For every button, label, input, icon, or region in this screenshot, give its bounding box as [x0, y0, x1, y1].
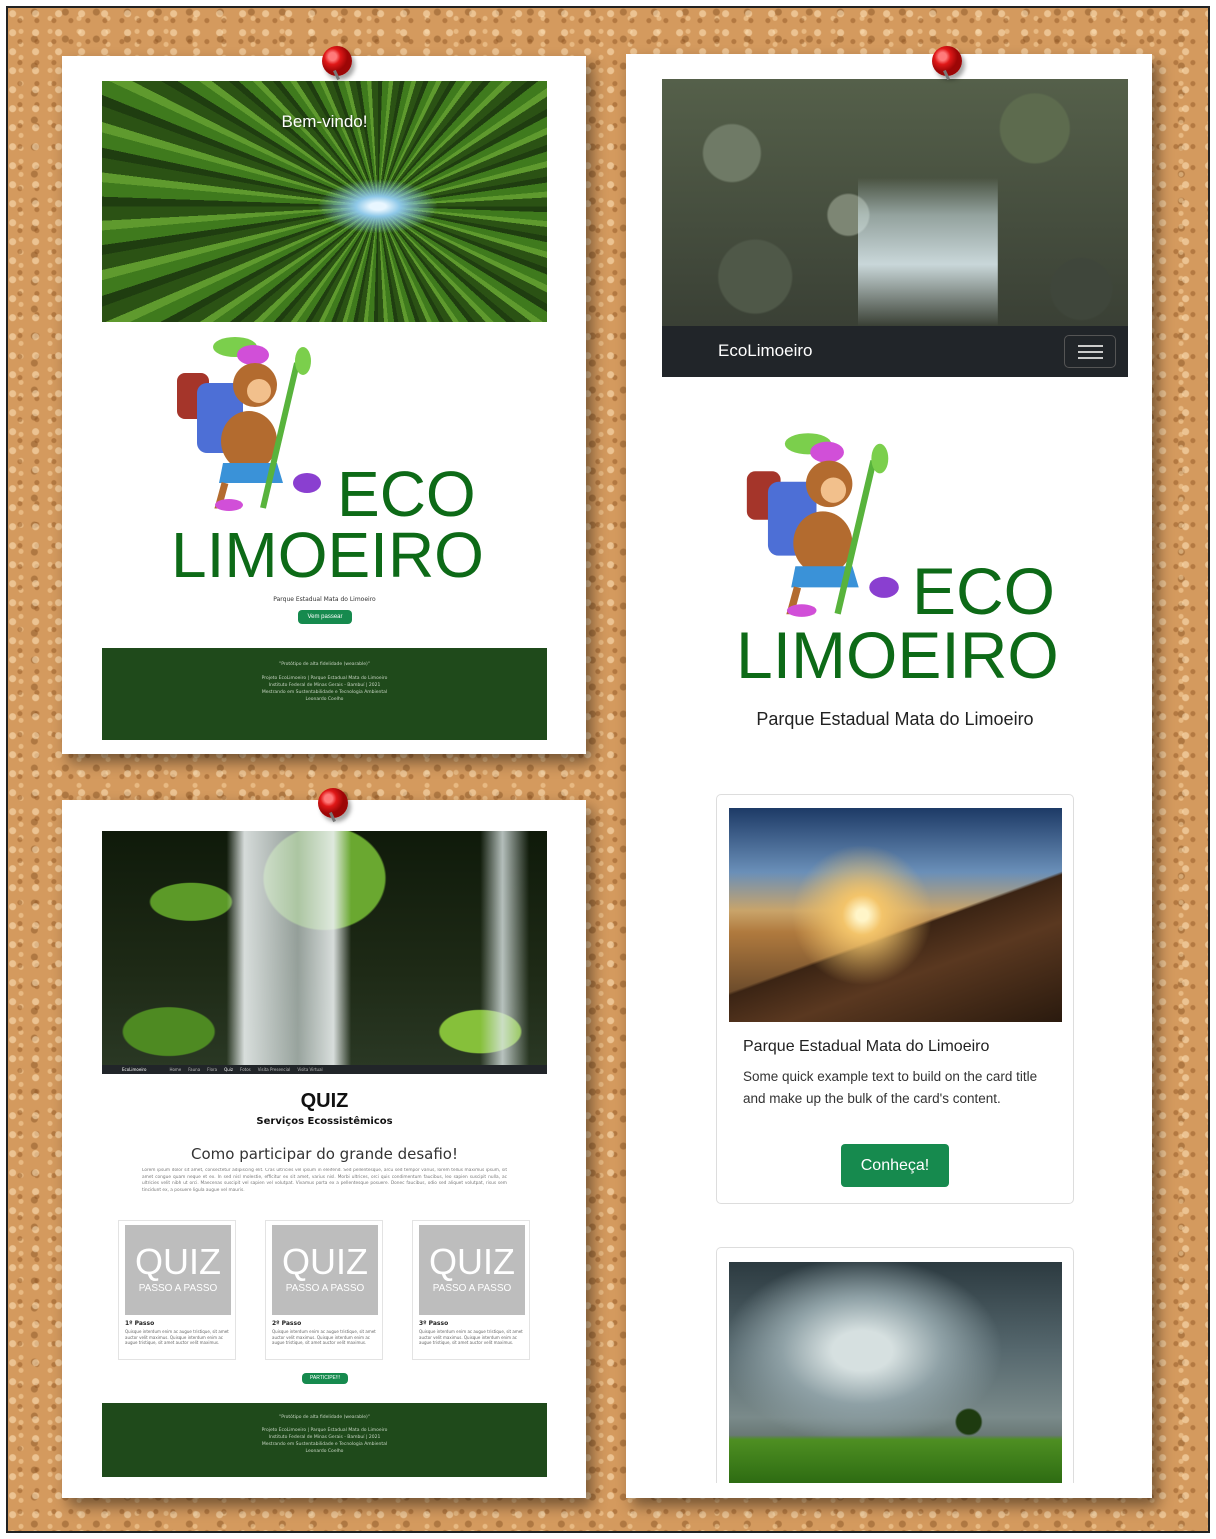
nav-link-fotos[interactable]: Fotos: [240, 1067, 251, 1072]
vem-passear-button[interactable]: Vem passear: [298, 610, 352, 624]
footer-line: Leonardo Coelho: [305, 697, 344, 702]
poster-quiz: EcoLimoeiro Home Fauna Flora Quiz Fotos …: [62, 800, 586, 1498]
footer-line: Instituto Federal de Minas Gerais - Bamb…: [268, 1435, 381, 1440]
mobile-navbar: EcoLimoeiro: [662, 326, 1128, 377]
pushpin-icon: [318, 788, 348, 818]
participe-button[interactable]: PARTICIPE!!!: [302, 1373, 348, 1384]
ecolimoeiro-logo: ECO LIMOEIRO: [167, 333, 487, 591]
quiz-navbar: EcoLimoeiro Home Fauna Flora Quiz Fotos …: [102, 1065, 547, 1074]
nav-link-visita-virtual[interactable]: Visita Virtual: [297, 1067, 322, 1072]
hamburger-menu-icon[interactable]: [1064, 335, 1116, 368]
quiz-step-text: Quisque interdum enim ac augue tristique…: [272, 1329, 376, 1345]
quiz-heading: Como participar do grande desafio!: [191, 1145, 458, 1163]
logo-text-limoeiro: LIMOEIRO: [736, 618, 1059, 692]
navbar-brand[interactable]: EcoLimoeiro: [718, 341, 813, 361]
quiz-tile-title: QUIZ: [135, 1241, 221, 1282]
nav-link-fauna[interactable]: Fauna: [188, 1067, 200, 1072]
quiz-subtitle: Serviços Ecossistêmicos: [256, 1116, 393, 1127]
quiz-tile-sub: PASSO A PASSO: [432, 1283, 512, 1294]
pushpin-icon: [932, 46, 962, 76]
quiz-step-card: QUIZ PASSO A PASSO 3º Passo Quisque inte…: [412, 1220, 530, 1360]
nav-link-flora[interactable]: Flora: [207, 1067, 217, 1072]
navbar-brand[interactable]: EcoLimoeiro: [122, 1067, 146, 1072]
quiz-step-card: QUIZ PASSO A PASSO 2º Passo Quisque inte…: [265, 1220, 383, 1360]
park-card: [716, 1247, 1074, 1483]
footer-tagline: "Protótipo de alta fidelidade (wearable)…: [279, 662, 370, 667]
rock-waterfall-image: [662, 79, 1128, 326]
quiz-step-card: QUIZ PASSO A PASSO 1º Passo Quisque inte…: [118, 1220, 236, 1360]
quiz-step-title: 1º Passo: [125, 1320, 155, 1327]
quiz-tile-title: QUIZ: [429, 1241, 515, 1282]
monkey-mascot-icon: [177, 337, 321, 511]
mobile-subtitle: Parque Estadual Mata do Limoeiro: [756, 709, 1034, 729]
park-card: Parque Estadual Mata do Limoeiro Some qu…: [716, 794, 1074, 1204]
quiz-tile-image: QUIZ PASSO A PASSO: [419, 1225, 525, 1315]
poster1-footer: "Protótipo de alta fidelidade (wearable)…: [102, 648, 547, 740]
card-sunset-image: [729, 808, 1062, 1022]
quiz-body-text: Lorem ipsum dolor sit amet, consectetur …: [142, 1168, 507, 1193]
poster2-footer: "Protótipo de alta fidelidade (wearable)…: [102, 1403, 547, 1477]
logo-text-eco: ECO: [337, 458, 476, 530]
logo-text-eco: ECO: [912, 554, 1056, 628]
card-title: Parque Estadual Mata do Limoeiro: [743, 1038, 990, 1055]
card-storm-tree-image: [729, 1262, 1062, 1483]
quiz-step-text: Quisque interdum enim ac augue tristique…: [125, 1329, 229, 1345]
poster-mobile: EcoLimoeiro ECO LIMOEIRO Parque Estadual…: [626, 54, 1152, 1498]
footer-line: Projeto EcoLimoeiro | Parque Estadual Ma…: [261, 1428, 388, 1433]
footer-line: Instituto Federal de Minas Gerais - Bamb…: [268, 683, 381, 688]
quiz-tile-image: QUIZ PASSO A PASSO: [272, 1225, 378, 1315]
quiz-tile-sub: PASSO A PASSO: [138, 1283, 218, 1294]
card-text: Some quick example text to build on the …: [743, 1069, 1038, 1106]
hero-welcome-text: Bem-vindo!: [281, 112, 368, 131]
logo-text-limoeiro: LIMOEIRO: [171, 519, 484, 591]
quiz-step-title: 3º Passo: [419, 1320, 449, 1327]
monkey-mascot-icon: [746, 433, 899, 617]
quiz-step-title: 2º Passo: [272, 1320, 302, 1327]
quiz-tile-image: QUIZ PASSO A PASSO: [125, 1225, 231, 1315]
nav-link-quiz[interactable]: Quiz: [224, 1067, 233, 1072]
corkboard: Bem-vindo! ECO LIMOEIRO Parque Estadual …: [6, 6, 1210, 1533]
footer-line: Mestrando em Sustentabilidade e Tecnolog…: [261, 1442, 388, 1447]
quiz-tile-title: QUIZ: [282, 1241, 368, 1282]
footer-line: Mestrando em Sustentabilidade e Tecnolog…: [261, 690, 388, 695]
quiz-tile-sub: PASSO A PASSO: [285, 1283, 365, 1294]
quiz-title: QUIZ: [300, 1090, 349, 1112]
footer-line: Leonardo Coelho: [305, 1449, 344, 1454]
poster-welcome: Bem-vindo! ECO LIMOEIRO Parque Estadual …: [62, 56, 586, 754]
footer-line: Projeto EcoLimoeiro | Parque Estadual Ma…: [261, 676, 388, 681]
poster1-subtitle: Parque Estadual Mata do Limoeiro: [273, 596, 376, 603]
nav-link-visita-presencial[interactable]: Visita Presencial: [258, 1067, 291, 1072]
nav-link-home[interactable]: Home: [169, 1067, 181, 1072]
pushpin-icon: [322, 46, 352, 76]
footer-tagline: "Protótipo de alta fidelidade (wearable)…: [279, 1415, 370, 1420]
ecolimoeiro-logo: ECO LIMOEIRO: [736, 429, 1066, 689]
quiz-step-text: Quisque interdum enim ac augue tristique…: [419, 1329, 523, 1345]
mossy-waterfall-image: [102, 831, 547, 1067]
conheca-button[interactable]: Conheça!: [841, 1144, 949, 1187]
